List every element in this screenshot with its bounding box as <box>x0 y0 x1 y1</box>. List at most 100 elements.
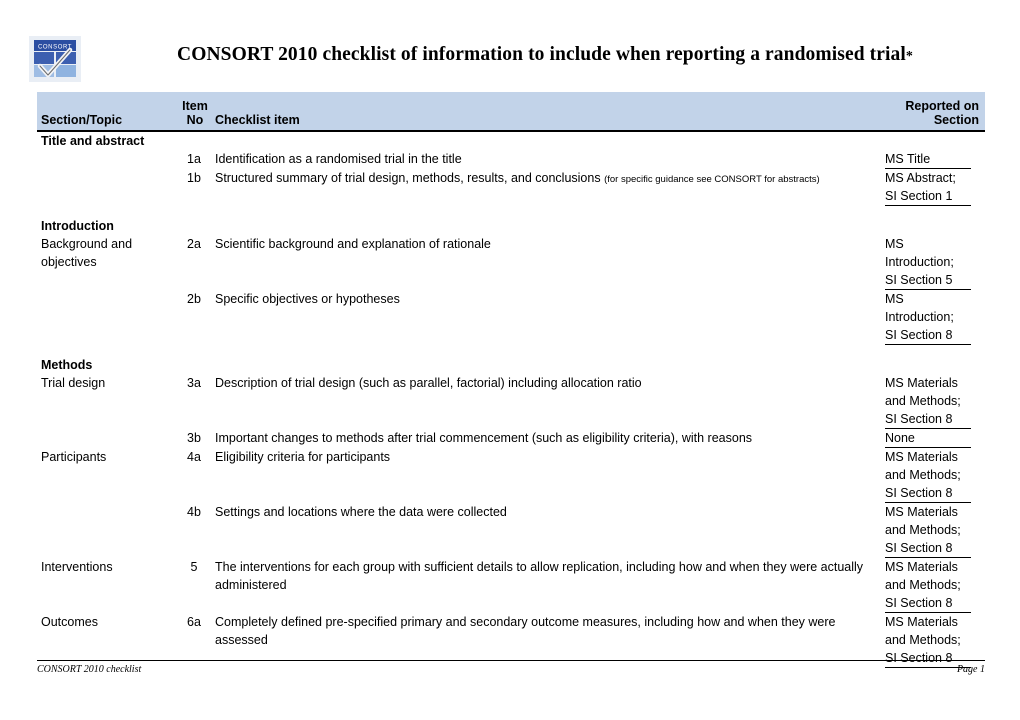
reported-on-line: SI Section 8 <box>885 328 953 342</box>
title-asterisk: * <box>905 49 913 64</box>
reported-on-line: SI Section 5 <box>885 273 953 287</box>
cell-checklist-item: Description of trial design (such as par… <box>215 374 887 392</box>
checklist-item-text: Important changes to methods after trial… <box>215 431 753 445</box>
reported-on-line: SI Section 8 <box>885 596 953 610</box>
table-row: Trial design 3a Description of trial desig… <box>37 374 985 429</box>
document-page: CONSORT CONSORT 2010 checklist of inform… <box>0 0 1020 720</box>
checklist-table: Section/Topic Item No Checklist item Rep… <box>37 92 985 668</box>
reported-on-line: Introduction; <box>885 310 954 324</box>
reported-on-line: None <box>885 431 915 445</box>
cell-section-topic: Participants <box>41 450 107 464</box>
checklist-item-text: Description of trial design (such as par… <box>215 376 642 390</box>
cell-checklist-item: Completely defined pre-specified primary… <box>215 613 887 649</box>
cell-checklist-item: The interventions for each group with su… <box>215 558 887 594</box>
cell-reported-on: MS Materials and Methods; SI Section 8 <box>885 558 985 613</box>
reported-on-entry: MS Materials and Methods; SI Section 8 <box>885 374 971 429</box>
reported-on-line: and Methods; <box>885 394 961 408</box>
cell-section-topic: Outcomes <box>41 615 98 629</box>
reported-on-entry: MS Abstract; SI Section 1 <box>885 169 971 206</box>
consort-logo-icon: CONSORT <box>29 36 81 82</box>
table-row-inner: 1a Identification as a randomised trial i… <box>37 150 985 169</box>
cell-reported-on: MS Introduction; SI Section 8 <box>885 290 985 345</box>
cell-checklist-item: Scientific background and explanation of… <box>215 235 887 253</box>
checklist-item-text: Structured summary of trial design, meth… <box>215 171 605 185</box>
reported-on-line: SI Section 8 <box>885 486 953 500</box>
page-title: CONSORT 2010 checklist of information to… <box>100 44 990 66</box>
reported-on-line: SI Section 8 <box>885 412 953 426</box>
cell-reported-on: MS Materials and Methods; SI Section 8 <box>885 374 985 429</box>
reported-on-line: Introduction; <box>885 255 954 269</box>
table-row: 4b Settings and locations where the data … <box>37 503 985 558</box>
footer-page-number: Page 1 <box>956 664 985 675</box>
table-row: Background and objectives 2a Scientific ba… <box>37 235 985 290</box>
reported-on-line: MS Materials <box>885 505 958 519</box>
cell-section-topic: Background and objectives <box>41 237 133 269</box>
reported-on-entry: MS Materials and Methods; SI Section 8 <box>885 503 971 558</box>
table-header-row: Section/Topic Item No Checklist item Rep… <box>37 92 985 132</box>
table-row: Interventions 5 The interventions for each… <box>37 558 985 613</box>
reported-on-entry: MS Title <box>885 150 971 169</box>
cell-checklist-item: Identification as a randomised trial in … <box>215 150 887 168</box>
cell-reported-on: MS Materials and Methods; SI Section 8 <box>885 448 985 503</box>
cell-item-no: 4b <box>187 505 201 519</box>
table-row-inner: Participants 4a Eligibility criteria for p… <box>37 448 985 503</box>
reported-on-entry: MS Introduction; SI Section 8 <box>885 290 971 345</box>
cell-checklist-item: Important changes to methods after trial… <box>215 429 887 447</box>
section-heading: Title and abstract <box>41 134 145 148</box>
checklist-item-text: Eligibility criteria for participants <box>215 450 391 464</box>
checklist-item-text: Settings and locations where the data we… <box>215 505 507 519</box>
reported-on-entry: MS Introduction; SI Section 5 <box>885 235 971 290</box>
svg-text:CONSORT: CONSORT <box>38 45 72 51</box>
reported-on-line: MS <box>885 292 904 306</box>
column-header-reported-on-line2: Section <box>933 113 979 127</box>
reported-on-line: MS Materials <box>885 450 958 464</box>
cell-reported-on: MS Introduction; SI Section 5 <box>885 235 985 290</box>
cell-section-topic: Interventions <box>41 560 113 574</box>
cell-item-no: 3b <box>187 431 201 445</box>
cell-item-no: 1a <box>187 152 201 166</box>
table-row: 1b Structured summary of trial design, me… <box>37 169 985 206</box>
column-header-item-no: Item No <box>172 99 218 127</box>
reported-on-line: and Methods; <box>885 578 961 592</box>
cell-checklist-item: Settings and locations where the data we… <box>215 503 887 521</box>
table-row-inner: 4b Settings and locations where the data … <box>37 503 985 558</box>
cell-reported-on: None <box>885 429 985 448</box>
checklist-item-text: The interventions for each group with su… <box>215 560 864 592</box>
reported-on-entry: MS Materials and Methods; SI Section 8 <box>885 448 971 503</box>
cell-reported-on: MS Abstract; SI Section 1 <box>885 169 985 206</box>
reported-on-line: SI Section 8 <box>885 541 953 555</box>
column-header-checklist-item: Checklist item <box>215 113 300 127</box>
cell-checklist-item: Structured summary of trial design, meth… <box>215 169 887 189</box>
reported-on-line: and Methods; <box>885 633 961 647</box>
reported-on-line: MS Abstract; <box>885 171 956 185</box>
page-footer: CONSORT 2010 checklist Page 1 <box>37 660 985 675</box>
cell-item-no: 1b <box>187 171 201 185</box>
cell-reported-on: MS Title <box>885 150 985 169</box>
table-row: 1a Identification as a randomised trial i… <box>37 150 985 169</box>
checklist-item-text: Scientific background and explanation of… <box>215 237 491 251</box>
cell-item-no: 2a <box>187 237 201 251</box>
cell-checklist-item: Eligibility criteria for participants <box>215 448 887 466</box>
table-row-inner: 2b Specific objectives or hypotheses MS Int… <box>37 290 985 345</box>
cell-item-no: 6a <box>187 615 201 629</box>
reported-on-entry: MS Materials and Methods; SI Section 8 <box>885 558 971 613</box>
table-row-inner: Interventions 5 The interventions for each… <box>37 558 985 613</box>
reported-on-line: MS Title <box>885 152 931 166</box>
reported-on-line: MS <box>885 237 904 251</box>
table-row: Participants 4a Eligibility criteria for p… <box>37 448 985 503</box>
section-heading: Methods <box>41 358 93 372</box>
reported-on-line: MS Materials <box>885 615 958 629</box>
reported-on-line: and Methods; <box>885 523 961 537</box>
cell-item-no: 5 <box>190 560 198 574</box>
checklist-item-text: Specific objectives or hypotheses <box>215 292 400 306</box>
cell-section-topic: Trial design <box>41 376 106 390</box>
table-row-inner: Trial design 3a Description of trial desig… <box>37 374 985 429</box>
reported-on-line: MS Materials <box>885 560 958 574</box>
section-heading: Introduction <box>41 219 114 233</box>
document-header: CONSORT CONSORT 2010 checklist of inform… <box>0 28 1020 84</box>
cell-reported-on: MS Materials and Methods; SI Section 8 <box>885 503 985 558</box>
checklist-item-text: Identification as a randomised trial in … <box>215 152 462 166</box>
page-title-text: CONSORT 2010 checklist of information to… <box>177 44 906 65</box>
